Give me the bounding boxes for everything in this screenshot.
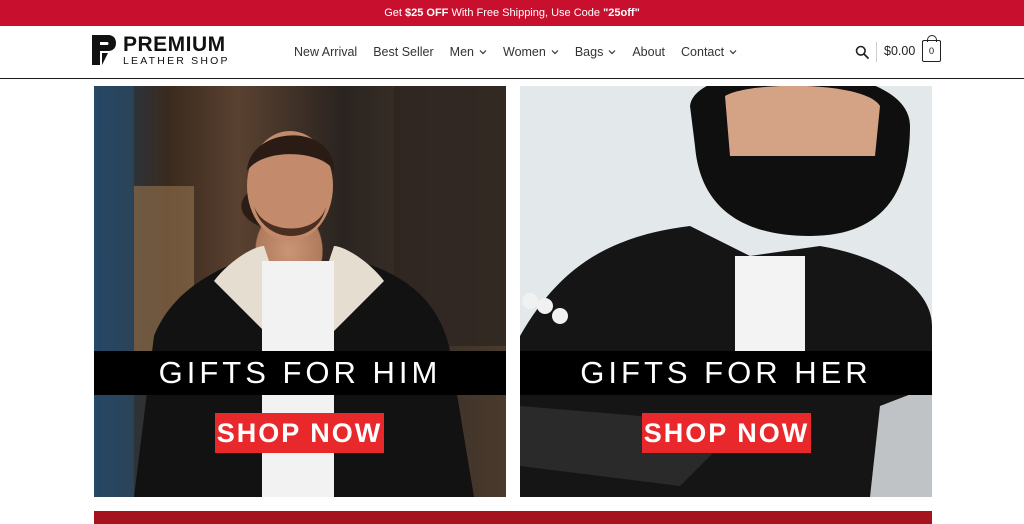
logo-subtitle: LEATHER SHOP <box>123 54 230 67</box>
nav-label: Women <box>503 45 546 59</box>
chevron-down-icon <box>608 50 616 55</box>
nav-item-about[interactable]: About <box>632 45 665 59</box>
nav-label: Best Seller <box>373 45 434 59</box>
nav-label: Men <box>449 45 474 59</box>
nav-label: About <box>632 45 666 59</box>
chevron-down-icon <box>729 50 737 55</box>
nav-label: New Arrival <box>294 45 358 59</box>
banner-title: GIFTS FOR HER <box>520 351 932 395</box>
cart-total[interactable]: $0.00 <box>884 44 915 58</box>
promo-code: "25off" <box>603 7 640 19</box>
nav-item-best-seller[interactable]: Best Seller <box>373 45 433 59</box>
nav-item-contact[interactable]: Contact <box>681 45 737 59</box>
search-icon[interactable] <box>855 45 869 59</box>
logo-title: PREMIUM <box>123 32 226 56</box>
promo-amount: $25 OFF <box>404 7 449 19</box>
nav-label: Contact <box>681 45 725 59</box>
cart-icon[interactable]: 0 <box>922 35 941 62</box>
site-header: PREMIUM LEATHER SHOP New Arrival Best Se… <box>0 26 1024 79</box>
promo-bar: Get $25 OFF With Free Shipping, Use Code… <box>0 0 1024 26</box>
nav-item-new-arrival[interactable]: New Arrival <box>294 45 357 59</box>
cart-count: 0 <box>928 45 935 57</box>
next-section-banner <box>94 511 932 524</box>
banner-gifts-for-him[interactable]: GIFTS FOR HIM SHOP NOW <box>94 86 506 497</box>
shop-now-button-her[interactable]: SHOP NOW <box>642 413 811 453</box>
main-nav: New Arrival Best Seller Men Women Bags A… <box>294 26 753 78</box>
header-divider <box>876 42 877 62</box>
nav-item-men[interactable]: Men <box>450 45 487 59</box>
chevron-down-icon <box>479 50 487 55</box>
logo-text: PREMIUM LEATHER SHOP <box>123 34 230 67</box>
site-logo[interactable]: PREMIUM LEATHER SHOP <box>90 33 230 67</box>
promo-text-mid: With Free Shipping, Use Code <box>448 7 604 19</box>
nav-item-women[interactable]: Women <box>503 45 559 59</box>
banner-gifts-for-her[interactable]: GIFTS FOR HER SHOP NOW <box>520 86 932 497</box>
promo-text-pre: Get <box>384 7 405 19</box>
logo-mark-icon <box>92 35 116 65</box>
banner-title: GIFTS FOR HIM <box>94 351 506 395</box>
nav-label: Bags <box>574 45 604 59</box>
chevron-down-icon <box>551 50 559 55</box>
shop-now-button-him[interactable]: SHOP NOW <box>215 413 384 453</box>
nav-item-bags[interactable]: Bags <box>575 45 617 59</box>
